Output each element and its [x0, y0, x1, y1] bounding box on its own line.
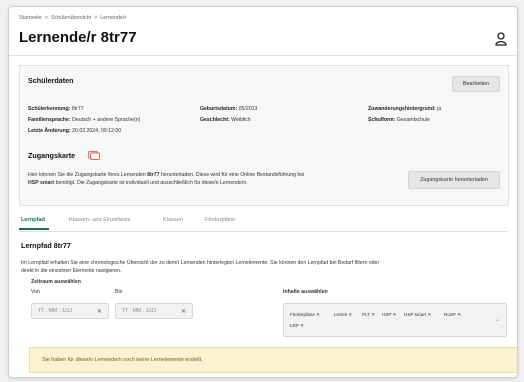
breadcrumb-current: Lernende/r — [100, 15, 127, 21]
content-multiselect[interactable]: Förderpläne ✕ LeSek ✕ PLT ✕ HSP ✕ HSP sm… — [283, 303, 507, 337]
to-label: Bis — [115, 289, 123, 295]
chip-plt[interactable]: PLT ✕ — [362, 312, 375, 318]
breadcrumb-student-overview[interactable]: Schülerübersicht — [51, 15, 91, 21]
learning-path-heading: Lernpfad 8tr77 — [21, 241, 71, 250]
page-title: Lernende/r 8tr77 — [19, 29, 137, 46]
active-tab-indicator — [19, 228, 49, 230]
tab-bar: Lernpfad Klassen- und Einzeltests Klasse… — [19, 217, 507, 232]
chip-hsp[interactable]: HSP ✕ — [382, 312, 397, 318]
chip-lrp[interactable]: LRP ✕ — [290, 323, 304, 329]
field-migration: Zuwanderungshintergrund: ja — [368, 106, 442, 112]
breadcrumb: Startseite > Schülerübersicht > Lernende/r — [19, 15, 127, 21]
tab-class-individual-tests[interactable]: Klassen- und Einzeltests — [69, 217, 130, 223]
student-data-card: Schülerdaten Bearbeiten Schülerkennung: … — [19, 65, 509, 147]
clear-from-icon[interactable]: ✕ — [97, 308, 102, 315]
field-school-type: Schulform: Gesamtschule — [368, 117, 431, 123]
access-card-heading: Zugangskarte — [28, 151, 76, 160]
card-icon — [88, 151, 100, 160]
breadcrumb-home[interactable]: Startseite — [19, 15, 42, 21]
tab-support-plans[interactable]: Förderpläne — [205, 217, 235, 223]
access-card-description: Hier können Sie die Zugangskarte Ihres L… — [28, 172, 305, 186]
field-student-id: Schülerkennung: 8tr77 — [28, 106, 84, 112]
download-access-card-button[interactable]: Zugangskarte herunterladen — [408, 171, 500, 189]
access-card-section: Zugangskarte Hier können Sie die Zugangs… — [19, 145, 509, 206]
period-label: Zeitraum auswählen — [31, 279, 81, 285]
tab-learning-path[interactable]: Lernpfad — [19, 217, 49, 230]
field-birthdate: Geburtsdatum: 05/2013 — [200, 106, 258, 112]
chevron-down-icon[interactable]: ⌄ — [495, 316, 500, 323]
edit-button[interactable]: Bearbeiten — [452, 76, 500, 92]
chip-foerderplaene[interactable]: Förderpläne ✕ — [290, 312, 320, 318]
chip-lesek[interactable]: LeSek ✕ — [334, 312, 352, 318]
tab-classes[interactable]: Klassen — [163, 217, 183, 223]
learning-path-description: Im Lernpfad erhalten Sie eine chronologi… — [21, 260, 380, 274]
field-gender: Geschlecht: Weiblich — [200, 117, 251, 123]
field-family-language: Familiensprache: Deutsch + andere Sprach… — [28, 117, 141, 123]
field-last-change: Letzte Änderung: 20.02.2024, 09:12:00 — [28, 128, 122, 134]
date-to-input[interactable]: TT . MM . JJJJ ✕ — [115, 303, 193, 319]
student-data-heading: Schülerdaten — [28, 76, 74, 85]
from-label: Von — [31, 289, 40, 295]
user-icon[interactable] — [495, 32, 507, 46]
content-select-label: Inhalte auswählen — [283, 289, 328, 295]
chip-rosp[interactable]: RoSP ✕ — [444, 312, 461, 318]
chip-hsp-smart[interactable]: HSP smart ✕ — [404, 312, 431, 318]
header-divider — [9, 55, 517, 56]
app-window: Startseite > Schülerübersicht > Lernende/r L… — [8, 6, 518, 378]
date-from-input[interactable]: TT . MM . JJJJ ✕ — [31, 303, 109, 319]
clear-to-icon[interactable]: ✕ — [181, 308, 186, 315]
empty-state-notice: Sie haben für diese/n Lernende/n noch ke… — [29, 347, 517, 373]
